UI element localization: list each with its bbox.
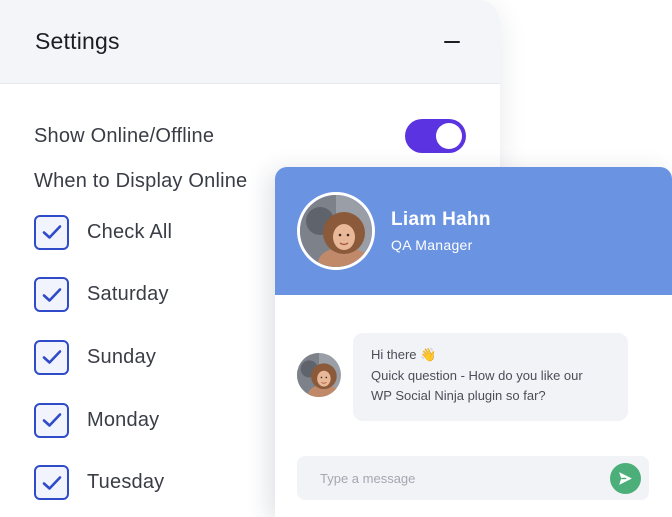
checkbox-item-check-all[interactable]: Check All <box>34 214 172 250</box>
checkbox-tuesday[interactable] <box>34 465 69 501</box>
message-row: Hi there 👋 Quick question - How do you l… <box>297 333 628 421</box>
message-line: WP Social Ninja plugin so far? <box>371 388 546 403</box>
send-button[interactable] <box>610 462 641 494</box>
display-online-label: When to Display Online <box>34 170 248 192</box>
chat-widget: Liam Hahn QA Manager Hi there 👋 Quick qu… <box>275 167 672 517</box>
checkbox-item-saturday[interactable]: Saturday <box>34 277 172 313</box>
agent-role: QA Manager <box>391 237 473 253</box>
checkmark-icon <box>42 413 61 427</box>
checkbox-item-tuesday[interactable]: Tuesday <box>34 465 172 501</box>
checkbox-check-all[interactable] <box>34 214 69 250</box>
checkmark-icon <box>42 287 61 302</box>
chat-header: Liam Hahn QA Manager <box>275 167 672 295</box>
agent-name: Liam Hahn <box>391 209 491 230</box>
checkbox-item-monday[interactable]: Monday <box>34 402 172 438</box>
message-line: Quick question - How do you like our <box>371 367 583 383</box>
message-bubble: Hi there 👋 Quick question - How do you l… <box>353 333 628 421</box>
settings-header: Settings <box>0 0 500 84</box>
message-composer <box>297 456 649 500</box>
checkmark-icon <box>42 475 61 490</box>
day-label: Tuesday <box>87 471 165 494</box>
day-checkbox-list: Check All Saturday Sunday Monday Tuesday <box>34 214 172 517</box>
person-photo-icon <box>300 195 372 267</box>
day-label: Check All <box>87 220 173 243</box>
day-label: Saturday <box>87 283 169 306</box>
message-line: Hi there 👋 <box>371 347 437 362</box>
settings-title: Settings <box>35 28 120 54</box>
toggle-knob <box>436 123 462 149</box>
checkmark-icon <box>42 350 61 365</box>
checkbox-monday[interactable] <box>34 402 69 438</box>
paper-plane-send-icon <box>619 471 632 485</box>
checkbox-sunday[interactable] <box>34 339 69 375</box>
checkbox-item-sunday[interactable]: Sunday <box>34 339 172 375</box>
message-input[interactable] <box>320 470 580 486</box>
show-online-toggle[interactable] <box>405 119 466 153</box>
show-online-label: Show Online/Offline <box>34 124 215 147</box>
day-label: Monday <box>87 408 160 431</box>
agent-avatar <box>297 192 375 270</box>
show-online-row: Show Online/Offline <box>34 118 466 154</box>
message-avatar <box>297 353 341 397</box>
checkmark-icon <box>42 225 61 239</box>
minus-icon <box>444 40 460 43</box>
agent-info: Liam Hahn QA Manager <box>391 209 491 253</box>
day-label: Sunday <box>87 345 157 368</box>
collapse-button[interactable] <box>442 32 462 52</box>
person-photo-icon <box>297 353 341 397</box>
checkbox-saturday[interactable] <box>34 277 69 313</box>
